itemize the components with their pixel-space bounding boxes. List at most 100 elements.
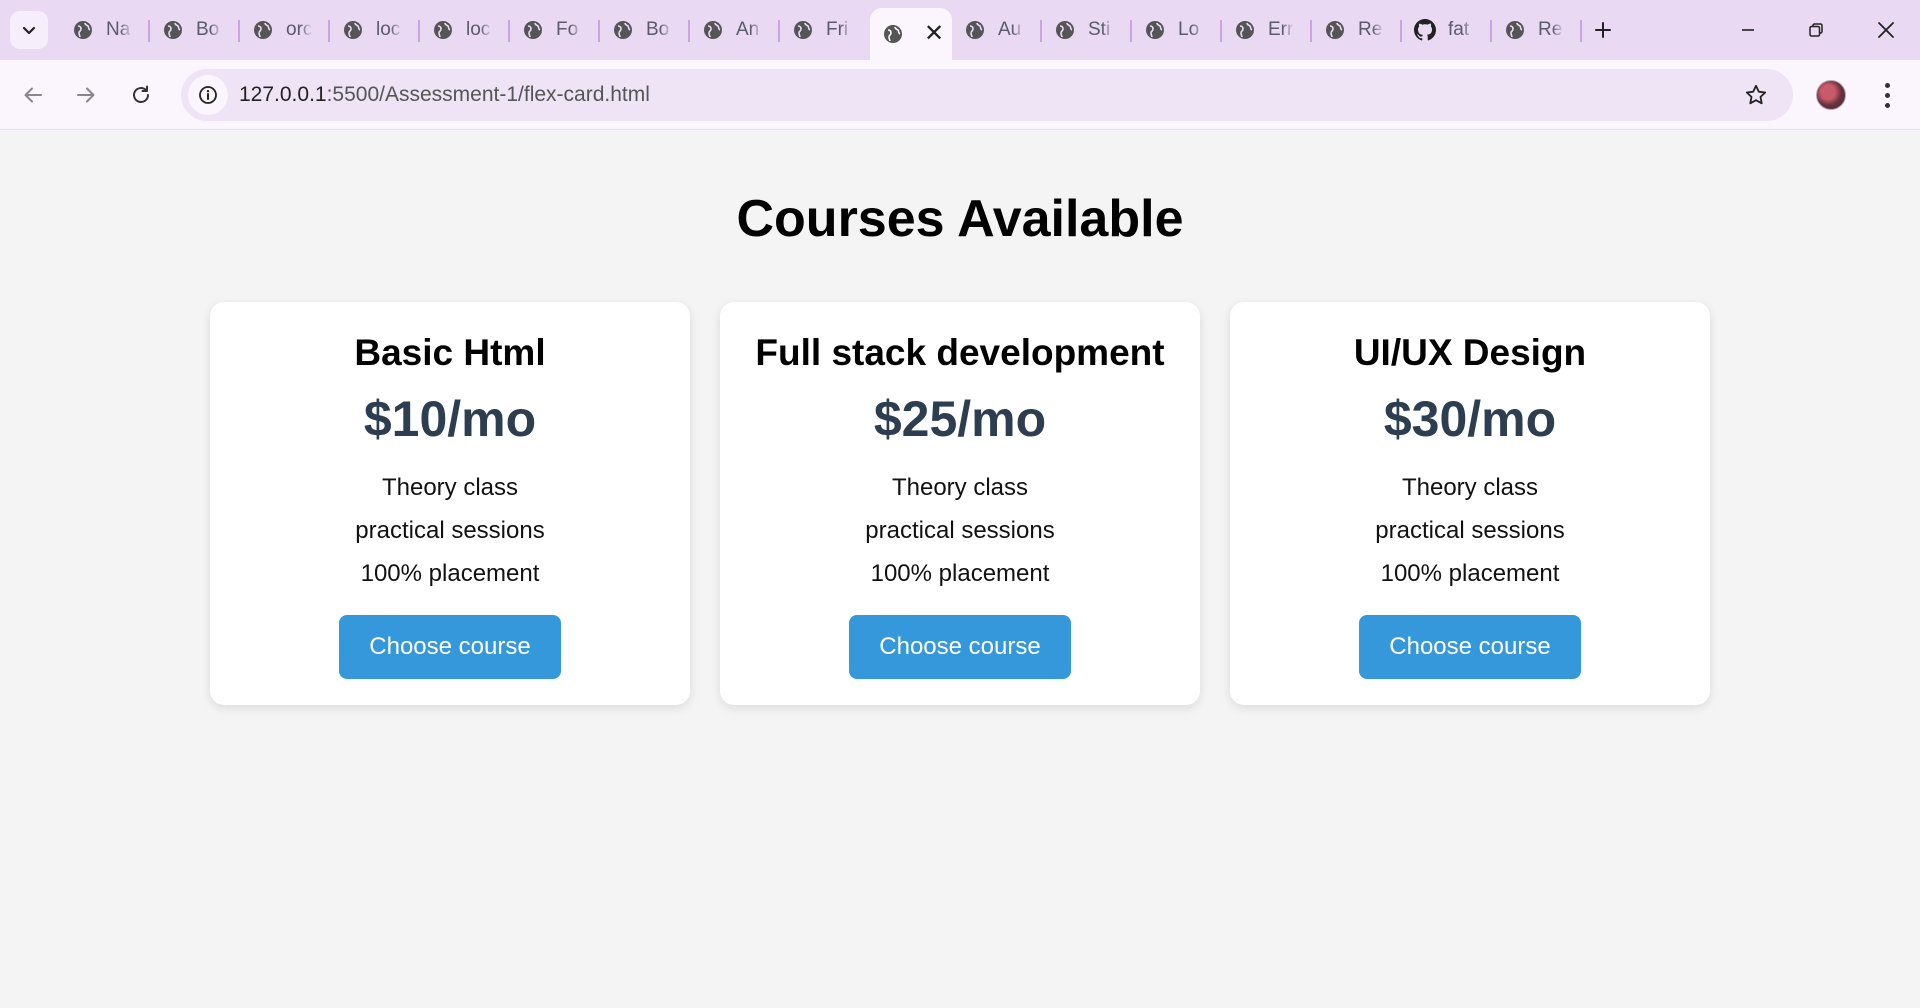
browser-tab[interactable]: An bbox=[690, 8, 780, 52]
course-title: UI/UX Design bbox=[1353, 332, 1587, 373]
tab-title: loc bbox=[466, 19, 491, 40]
close-window-button[interactable] bbox=[1856, 8, 1916, 52]
tab-title: Re bbox=[1538, 19, 1563, 40]
browser-tab-strip: Na Bo orc loc loc Fo Bo An Fri ✕ Au Sti … bbox=[0, 0, 1920, 60]
close-icon bbox=[1878, 22, 1894, 38]
globe-icon bbox=[342, 19, 364, 41]
tab-title: fat bbox=[1448, 19, 1470, 40]
browser-tab[interactable]: loc bbox=[330, 8, 420, 52]
bookmark-button[interactable] bbox=[1741, 80, 1771, 110]
globe-icon bbox=[792, 19, 814, 41]
browser-tab-active[interactable]: ✕ bbox=[870, 8, 952, 60]
feature-item: Theory class bbox=[891, 474, 1029, 501]
browser-tab[interactable]: loc bbox=[420, 8, 510, 52]
browser-tab[interactable]: Fo bbox=[510, 8, 600, 52]
globe-icon bbox=[522, 19, 544, 41]
info-icon bbox=[199, 86, 217, 104]
url-path: :5500/Assessment-1/flex-card.html bbox=[326, 83, 650, 106]
tab-separator bbox=[1580, 20, 1582, 42]
plus-icon bbox=[1595, 22, 1611, 38]
menu-dot bbox=[1884, 102, 1890, 108]
globe-icon bbox=[252, 19, 274, 41]
menu-dot bbox=[1884, 92, 1890, 98]
browser-tab[interactable]: Lo bbox=[1132, 8, 1222, 52]
tab-title: Au bbox=[998, 19, 1022, 40]
browser-tab[interactable]: Err bbox=[1222, 8, 1312, 52]
tab-title: loc bbox=[376, 19, 401, 40]
restore-button[interactable] bbox=[1786, 8, 1846, 52]
forward-arrow-icon bbox=[77, 87, 95, 103]
tab-list: Na Bo orc loc loc Fo Bo An Fri ✕ Au Sti … bbox=[60, 8, 1624, 60]
tab-title: Re bbox=[1358, 19, 1383, 40]
choose-course-button[interactable]: Choose course bbox=[849, 615, 1071, 679]
forward-button[interactable] bbox=[66, 75, 106, 115]
reload-icon bbox=[133, 85, 149, 103]
tab-title: Bo bbox=[646, 19, 670, 40]
menu-dot bbox=[1884, 82, 1890, 88]
minimize-button[interactable] bbox=[1718, 8, 1778, 52]
feature-list: Theory class practical sessions 100% pla… bbox=[1230, 466, 1710, 595]
url-text[interactable]: 127.0.0.1:5500/Assessment-1/flex-card.ht… bbox=[239, 83, 650, 107]
tab-title: Fo bbox=[556, 19, 579, 40]
feature-item: 100% placement bbox=[870, 560, 1050, 587]
globe-icon bbox=[1054, 19, 1076, 41]
address-bar[interactable]: 127.0.0.1:5500/Assessment-1/flex-card.ht… bbox=[181, 69, 1793, 121]
tab-title: Err bbox=[1268, 19, 1294, 40]
choose-course-button[interactable]: Choose course bbox=[1359, 615, 1581, 679]
course-price: $30/mo bbox=[1383, 391, 1557, 447]
globe-icon bbox=[1144, 19, 1166, 41]
browser-tab[interactable]: Bo bbox=[150, 8, 240, 52]
course-card: Basic Html $10/mo Theory class practical… bbox=[210, 302, 690, 705]
url-host: 127.0.0.1 bbox=[239, 83, 327, 106]
page-title: Courses Available bbox=[736, 190, 1184, 248]
globe-icon bbox=[72, 19, 94, 41]
feature-item: practical sessions bbox=[1375, 517, 1565, 544]
browser-tab[interactable]: Fri bbox=[780, 8, 870, 52]
globe-icon bbox=[432, 19, 454, 41]
browser-tab[interactable]: fat bbox=[1402, 8, 1492, 52]
profile-avatar[interactable] bbox=[1816, 80, 1846, 110]
minimize-icon bbox=[1742, 29, 1754, 31]
course-card-list: Basic Html $10/mo Theory class practical… bbox=[210, 302, 1710, 705]
feature-item: practical sessions bbox=[355, 517, 545, 544]
browser-tab[interactable]: Re bbox=[1312, 8, 1402, 52]
globe-icon bbox=[702, 19, 724, 41]
tab-title: Bo bbox=[196, 19, 220, 40]
browser-tab[interactable]: Au bbox=[952, 8, 1042, 52]
new-tab-button[interactable] bbox=[1582, 8, 1624, 52]
tab-search-button[interactable] bbox=[10, 11, 48, 49]
reload-button[interactable] bbox=[121, 75, 161, 115]
chevron-down-icon bbox=[22, 26, 36, 35]
browser-tab[interactable]: Bo bbox=[600, 8, 690, 52]
browser-toolbar: 127.0.0.1:5500/Assessment-1/flex-card.ht… bbox=[0, 60, 1920, 130]
course-price: $25/mo bbox=[873, 391, 1047, 447]
choose-course-button[interactable]: Choose course bbox=[339, 615, 561, 679]
browser-tab[interactable]: orc bbox=[240, 8, 330, 52]
browser-tab[interactable]: Re bbox=[1492, 8, 1582, 52]
feature-list: Theory class practical sessions 100% pla… bbox=[720, 466, 1200, 595]
site-info-button[interactable] bbox=[188, 75, 228, 115]
globe-icon bbox=[882, 23, 904, 45]
browser-tab[interactable]: Sti bbox=[1042, 8, 1132, 52]
course-title: Full stack development bbox=[755, 332, 1165, 373]
close-tab-icon[interactable]: ✕ bbox=[924, 22, 944, 46]
course-card: UI/UX Design $30/mo Theory class practic… bbox=[1230, 302, 1710, 705]
restore-icon bbox=[1809, 23, 1823, 37]
course-card: Full stack development $25/mo Theory cla… bbox=[720, 302, 1200, 705]
browser-tab[interactable]: Na bbox=[60, 8, 150, 52]
page-content: Courses Available Basic Html $10/mo Theo… bbox=[0, 131, 1920, 1008]
feature-item: Theory class bbox=[1401, 474, 1539, 501]
tab-title: Lo bbox=[1178, 19, 1200, 40]
tab-title: Na bbox=[106, 19, 131, 40]
globe-icon bbox=[1234, 19, 1256, 41]
globe-icon bbox=[162, 19, 184, 41]
course-price: $10/mo bbox=[363, 391, 537, 447]
tab-title: An bbox=[736, 19, 760, 40]
feature-item: 100% placement bbox=[1380, 560, 1560, 587]
browser-menu-button[interactable] bbox=[1872, 77, 1902, 113]
tab-title: orc bbox=[286, 19, 312, 40]
star-icon bbox=[1745, 84, 1767, 105]
globe-icon bbox=[612, 19, 634, 41]
back-button[interactable] bbox=[13, 75, 53, 115]
feature-item: Theory class bbox=[381, 474, 519, 501]
